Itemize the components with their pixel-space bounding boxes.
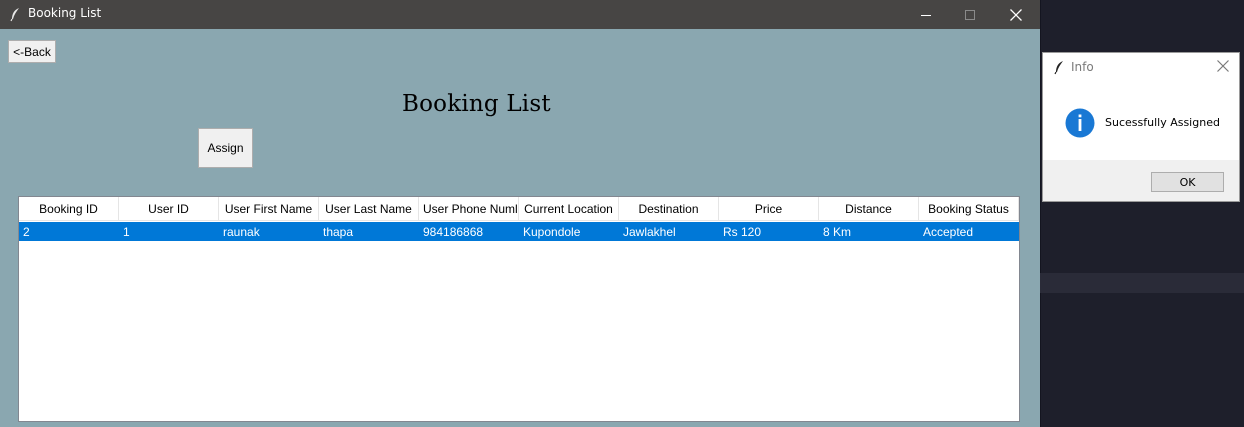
column-header-user-id[interactable]: User ID	[119, 197, 219, 221]
table-header: Booking ID User ID User First Name User …	[19, 197, 1019, 221]
minimize-button[interactable]	[903, 0, 949, 29]
cell-user-phone-number: 984186868	[423, 224, 484, 239]
assign-button[interactable]: Assign	[198, 128, 253, 168]
column-header-booking-id[interactable]: Booking ID	[19, 197, 119, 221]
maximize-icon	[965, 9, 975, 20]
column-header-user-last-name[interactable]: User Last Name	[319, 197, 419, 221]
column-header-distance[interactable]: Distance	[819, 197, 919, 221]
info-message: Sucessfully Assigned	[1105, 116, 1220, 129]
info-dialog-titlebar[interactable]: Info	[1043, 53, 1239, 83]
cell-current-location: Kupondole	[523, 224, 581, 239]
column-header-user-first-name[interactable]: User First Name	[219, 197, 319, 221]
cell-user-id: 1	[123, 224, 130, 239]
table-row[interactable]: 2 1 raunak thapa 984186868 Kupondole Jaw…	[19, 222, 1019, 241]
cell-distance: 8 Km	[823, 224, 852, 239]
info-dialog-footer: OK	[1043, 160, 1239, 201]
booking-table[interactable]: Booking ID User ID User First Name User …	[18, 196, 1020, 422]
background-editor-line	[1040, 273, 1244, 293]
maximize-button[interactable]	[947, 0, 993, 29]
cell-booking-status: Accepted	[923, 224, 974, 239]
cell-user-first-name: raunak	[223, 224, 260, 239]
window-title: Booking List	[28, 6, 102, 20]
info-dialog-title: Info	[1071, 60, 1094, 74]
booking-list-window: Booking List <-Back Booking List Assign …	[0, 0, 1040, 427]
info-icon	[1065, 108, 1095, 138]
column-header-current-location[interactable]: Current Location	[519, 197, 619, 221]
cell-user-last-name: thapa	[323, 224, 354, 239]
background-divider	[1040, 0, 1041, 427]
window-titlebar[interactable]: Booking List	[0, 0, 1040, 29]
cell-destination: Jawlakhel	[623, 224, 676, 239]
info-dialog: Info Sucessfully Assigned OK	[1042, 52, 1240, 202]
column-header-destination[interactable]: Destination	[619, 197, 719, 221]
column-header-price[interactable]: Price	[719, 197, 819, 221]
minimize-icon	[921, 10, 931, 20]
page-title: Booking List	[402, 91, 551, 117]
column-header-user-phone-number[interactable]: User Phone Numl	[419, 197, 519, 221]
info-dialog-body: Sucessfully Assigned	[1043, 83, 1239, 160]
column-header-booking-status[interactable]: Booking Status	[919, 197, 1019, 221]
close-icon	[1010, 8, 1022, 21]
feather-icon	[9, 7, 21, 22]
close-icon[interactable]	[1217, 60, 1229, 72]
back-button[interactable]: <-Back	[8, 40, 56, 63]
ok-button[interactable]: OK	[1151, 172, 1224, 192]
cell-price: Rs 120	[723, 224, 762, 239]
feather-icon	[1053, 60, 1065, 75]
close-button[interactable]	[993, 0, 1039, 29]
cell-booking-id: 2	[23, 224, 30, 239]
